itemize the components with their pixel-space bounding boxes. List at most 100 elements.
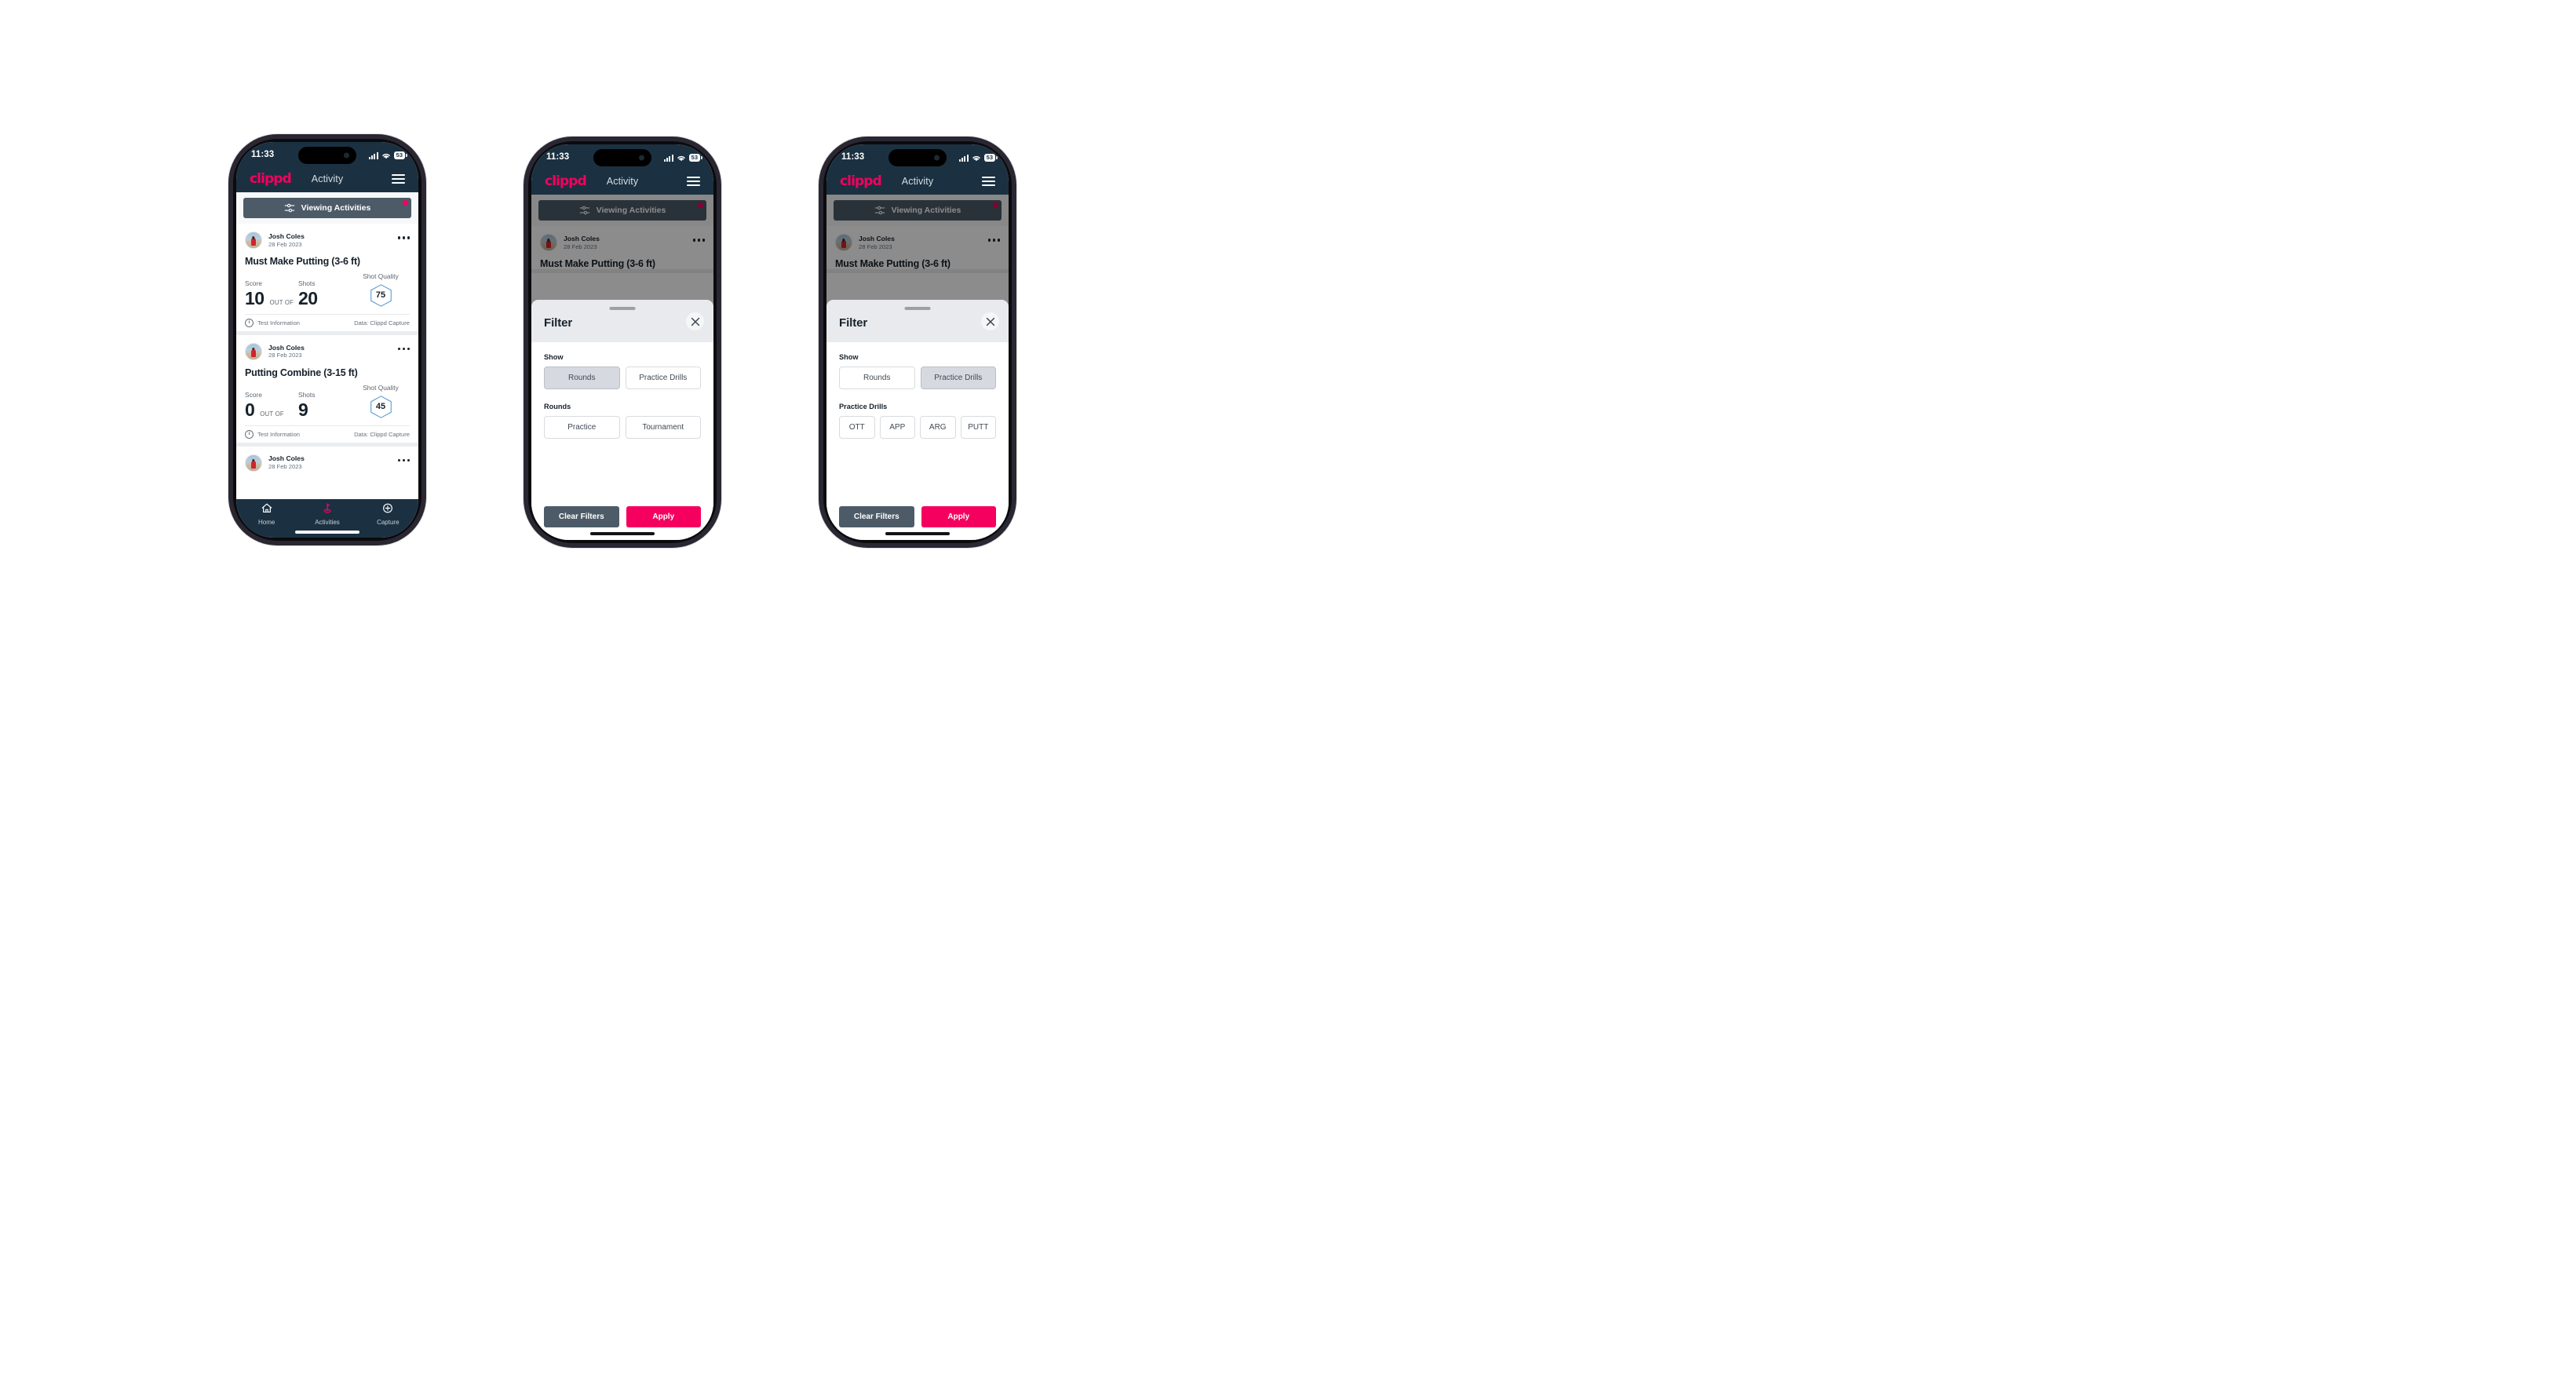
kebab-menu-icon[interactable] <box>397 458 410 466</box>
sliders-filter-icon <box>874 205 885 216</box>
screenshot-canvas: 11:33 53 clippd Activity Viewing Activit… <box>0 0 2576 1386</box>
activity-date: 28 Feb 2023 <box>268 352 302 359</box>
app-header: clippd Activity <box>826 168 1009 195</box>
activity-card[interactable]: Josh Coles 28 Feb 2023 Putting Combine (… <box>236 334 418 447</box>
page-title: Activity <box>311 173 344 184</box>
shot-quality-block: Shot Quality 45 <box>352 384 410 419</box>
hamburger-menu-icon[interactable] <box>982 176 995 187</box>
data-source-label: Data: Clippd Capture <box>354 319 410 326</box>
kebab-menu-icon[interactable] <box>397 236 410 243</box>
shots-row: 9 <box>298 400 352 419</box>
kebab-menu-icon[interactable] <box>397 348 410 355</box>
viewing-activities-button[interactable]: Viewing Activities <box>243 198 411 218</box>
show-option-rounds[interactable]: Rounds <box>544 367 620 389</box>
filter-sheet: Filter Show Rounds Practice Drills Round… <box>531 300 713 540</box>
app-header: clippd Activity <box>531 168 713 195</box>
drag-handle[interactable] <box>609 307 636 310</box>
shot-quality-value: 45 <box>375 402 386 412</box>
plus-circle-icon <box>382 503 393 517</box>
clear-filters-button[interactable]: Clear Filters <box>839 506 914 527</box>
shot-quality-block: Shot Quality 75 <box>352 272 410 308</box>
card-header: Josh Coles 28 Feb 2023 <box>245 342 410 360</box>
activity-date: 28 Feb 2023 <box>268 463 302 471</box>
bottom-navigation: Home Activities Capture <box>236 499 418 538</box>
drill-option-putt[interactable]: PUTT <box>960 416 996 439</box>
clippd-logo: clippd <box>250 170 292 187</box>
status-indicators: 53 <box>664 151 700 162</box>
activity-title: Must Make Putting (3-6 ft) <box>835 258 950 269</box>
clippd-logo: clippd <box>840 173 882 189</box>
rounds-option-practice[interactable]: Practice <box>544 416 620 439</box>
activity-card[interactable]: Josh Coles 28 Feb 2023 Must Make Putting… <box>236 224 418 335</box>
drill-option-ott[interactable]: OTT <box>839 416 875 439</box>
notification-dot <box>698 202 703 208</box>
filter-sheet-footer: Clear Filters Apply <box>531 506 713 527</box>
viewing-activities-button[interactable]: Viewing Activities <box>834 200 1002 221</box>
filter-bar-container: Viewing Activities <box>236 192 418 224</box>
drag-handle[interactable] <box>904 307 931 310</box>
test-information-label: Test Information <box>257 319 301 326</box>
front-camera <box>934 155 940 161</box>
filter-sheet-header: Filter <box>531 300 713 342</box>
notification-dot <box>993 202 998 208</box>
home-indicator <box>590 532 655 535</box>
score-block: Score 10 OUT OF <box>245 279 298 308</box>
avatar <box>245 454 262 472</box>
status-time: 11:33 <box>251 150 275 160</box>
nav-item-home[interactable]: Home <box>236 503 297 526</box>
show-section-label: Show <box>544 353 564 361</box>
show-section-label: Show <box>839 353 859 361</box>
clear-filters-button[interactable]: Clear Filters <box>544 506 619 527</box>
apply-button[interactable]: Apply <box>921 506 996 527</box>
filter-bar-container: Viewing Activities <box>531 195 713 226</box>
drill-option-arg[interactable]: ARG <box>920 416 956 439</box>
drill-option-app[interactable]: APP <box>879 416 915 439</box>
author-block: Josh Coles 28 Feb 2023 <box>268 454 305 470</box>
avatar <box>245 232 262 249</box>
phone-device-3: 11:33 53 clippd Activity Viewing Activit… <box>819 137 1016 548</box>
show-option-practice-drills[interactable]: Practice Drills <box>625 367 701 389</box>
viewing-activities-button[interactable]: Viewing Activities <box>538 200 706 221</box>
author-name: Josh Coles <box>859 234 895 243</box>
card-footer: i Test Information Data: Clippd Capture <box>245 425 410 443</box>
home-indicator <box>885 532 950 535</box>
phone-device-1: 11:33 53 clippd Activity Viewing Activit… <box>228 134 426 545</box>
page-title: Activity <box>901 176 934 187</box>
status-time: 11:33 <box>841 152 865 162</box>
app-header: clippd Activity <box>236 166 418 192</box>
golf-flag-icon <box>322 503 333 517</box>
close-x-icon[interactable] <box>981 312 999 330</box>
nav-item-activities[interactable]: Activities <box>297 503 357 526</box>
shot-quality-label: Shot Quality <box>363 383 399 392</box>
hamburger-menu-icon[interactable] <box>687 176 700 187</box>
show-option-rounds[interactable]: Rounds <box>839 367 915 389</box>
dynamic-island <box>888 149 947 166</box>
nav-item-capture[interactable]: Capture <box>358 503 418 526</box>
hamburger-menu-icon[interactable] <box>392 173 405 184</box>
test-info-block[interactable]: i Test Information <box>245 429 300 439</box>
score-value: 10 <box>245 287 265 308</box>
test-info-block[interactable]: i Test Information <box>245 318 301 327</box>
author-block: Josh Coles 28 Feb 2023 <box>564 235 600 250</box>
apply-button[interactable]: Apply <box>626 506 701 527</box>
author-name: Josh Coles <box>268 343 305 352</box>
cellular-signal-icon <box>369 151 378 159</box>
filter-sheet-footer: Clear Filters Apply <box>826 506 1009 527</box>
close-x-icon[interactable] <box>686 312 704 330</box>
sliders-filter-icon <box>284 202 295 213</box>
practice-drills-options-row: OTT APP ARG PUTT <box>839 416 996 439</box>
avatar <box>540 234 557 251</box>
info-circle-icon: i <box>245 318 254 327</box>
cellular-signal-icon <box>959 154 969 162</box>
activity-list[interactable]: Josh Coles 28 Feb 2023 Must Make Putting… <box>236 224 418 499</box>
shots-value: 20 <box>298 287 318 308</box>
show-option-practice-drills[interactable]: Practice Drills <box>920 367 996 389</box>
filter-bar-container: Viewing Activities <box>826 195 1009 226</box>
out-of-label: OUT OF <box>260 410 284 418</box>
rounds-section-label: Rounds <box>544 403 571 410</box>
data-source-label: Data: Clippd Capture <box>354 430 410 438</box>
wifi-icon <box>972 155 981 162</box>
rounds-option-tournament[interactable]: Tournament <box>625 416 701 439</box>
filter-title: Filter <box>544 316 573 330</box>
activity-card[interactable]: Josh Coles 28 Feb 2023 <box>236 446 418 472</box>
